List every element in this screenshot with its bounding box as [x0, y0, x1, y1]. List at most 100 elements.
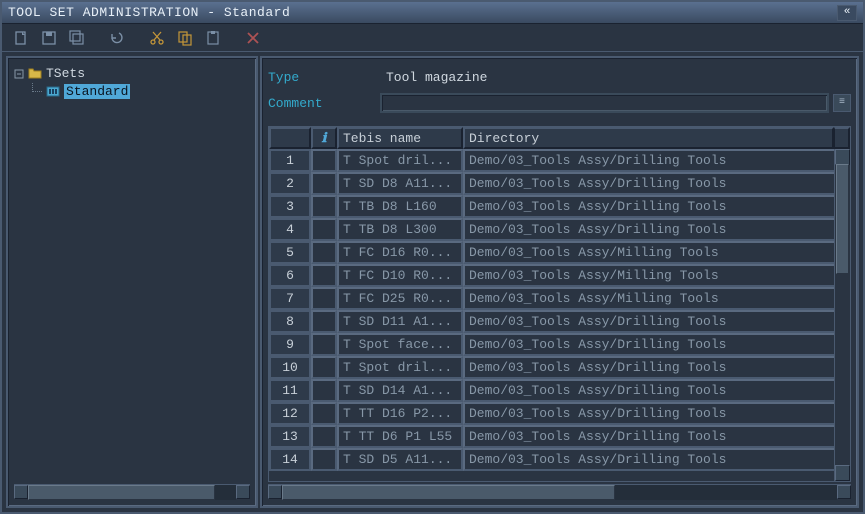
row-number[interactable]: 6: [269, 264, 311, 287]
row-number[interactable]: 4: [269, 218, 311, 241]
row-number[interactable]: 1: [269, 149, 311, 172]
row-tebis-name[interactable]: T Spot dril...: [337, 149, 463, 172]
row-number[interactable]: 10: [269, 356, 311, 379]
row-tebis-name[interactable]: T FC D25 R0...: [337, 287, 463, 310]
row-tebis-name[interactable]: T SD D8 A11...: [337, 172, 463, 195]
table-row[interactable]: 2 T SD D8 A11...Demo/03_Tools Assy/Drilli…: [269, 172, 850, 195]
row-number[interactable]: 2: [269, 172, 311, 195]
row-tebis-name[interactable]: T TT D16 P2...: [337, 402, 463, 425]
row-info-cell[interactable]: [311, 287, 337, 310]
table-row[interactable]: 4 T TB D8 L300Demo/03_Tools Assy/Drilling…: [269, 218, 850, 241]
collapse-button[interactable]: «: [837, 5, 857, 21]
column-rownum[interactable]: [269, 127, 311, 149]
table-row[interactable]: 12 T TT D16 P2...Demo/03_Tools Assy/Drill…: [269, 402, 850, 425]
column-tebis-name[interactable]: Tebis name: [337, 127, 463, 149]
row-info-cell[interactable]: [311, 310, 337, 333]
table-row[interactable]: 6 T FC D10 R0...Demo/03_Tools Assy/Millin…: [269, 264, 850, 287]
tree-collapse-icon[interactable]: [14, 68, 24, 78]
row-directory[interactable]: Demo/03_Tools Assy/Drilling Tools: [463, 149, 850, 172]
row-info-cell[interactable]: [311, 172, 337, 195]
row-info-cell[interactable]: [311, 218, 337, 241]
row-number[interactable]: 11: [269, 379, 311, 402]
save-icon[interactable]: [38, 27, 60, 49]
window-title: TOOL SET ADMINISTRATION - Standard: [8, 5, 290, 20]
row-info-cell[interactable]: [311, 264, 337, 287]
table-row[interactable]: 9 T Spot face...Demo/03_Tools Assy/Drilli…: [269, 333, 850, 356]
row-number[interactable]: 9: [269, 333, 311, 356]
row-directory[interactable]: Demo/03_Tools Assy/Drilling Tools: [463, 195, 850, 218]
table-row[interactable]: 10 T Spot dril...Demo/03_Tools Assy/Drill…: [269, 356, 850, 379]
paste-icon[interactable]: [202, 27, 224, 49]
titlebar: TOOL SET ADMINISTRATION - Standard «: [2, 2, 863, 24]
table-row[interactable]: 3 T TB D8 L160Demo/03_Tools Assy/Drilling…: [269, 195, 850, 218]
row-directory[interactable]: Demo/03_Tools Assy/Drilling Tools: [463, 333, 850, 356]
row-tebis-name[interactable]: T Spot face...: [337, 333, 463, 356]
delete-icon[interactable]: [242, 27, 264, 49]
tree-node-standard[interactable]: Standard: [14, 82, 250, 100]
row-info-cell[interactable]: [311, 149, 337, 172]
row-directory[interactable]: Demo/03_Tools Assy/Drilling Tools: [463, 448, 850, 471]
table-row[interactable]: 5 T FC D16 R0...Demo/03_Tools Assy/Millin…: [269, 241, 850, 264]
row-number[interactable]: 12: [269, 402, 311, 425]
row-directory[interactable]: Demo/03_Tools Assy/Milling Tools: [463, 264, 850, 287]
row-tebis-name[interactable]: T TT D6 P1 L55: [337, 425, 463, 448]
undo-icon[interactable]: [106, 27, 128, 49]
row-directory[interactable]: Demo/03_Tools Assy/Drilling Tools: [463, 310, 850, 333]
tree-root-tsets[interactable]: TSets: [14, 64, 250, 82]
table-row[interactable]: 14 T SD D5 A11...Demo/03_Tools Assy/Drill…: [269, 448, 850, 471]
row-tebis-name[interactable]: T FC D16 R0...: [337, 241, 463, 264]
row-number[interactable]: 3: [269, 195, 311, 218]
info-icon: ℹ: [322, 131, 327, 146]
grid-v-scrollbar[interactable]: [834, 149, 850, 481]
save-all-icon[interactable]: [66, 27, 88, 49]
cut-icon[interactable]: [146, 27, 168, 49]
row-tebis-name[interactable]: T SD D11 A1...: [337, 310, 463, 333]
column-directory[interactable]: Directory: [463, 127, 834, 149]
row-number[interactable]: 5: [269, 241, 311, 264]
row-directory[interactable]: Demo/03_Tools Assy/Milling Tools: [463, 287, 850, 310]
table-row[interactable]: 1 T Spot dril...Demo/03_Tools Assy/Drilli…: [269, 149, 850, 172]
row-directory[interactable]: Demo/03_Tools Assy/Drilling Tools: [463, 402, 850, 425]
grid-header: ℹ Tebis name Directory: [269, 127, 850, 149]
comment-label: Comment: [268, 96, 368, 111]
row-number[interactable]: 7: [269, 287, 311, 310]
row-info-cell[interactable]: [311, 379, 337, 402]
row-info-cell[interactable]: [311, 241, 337, 264]
row-tebis-name[interactable]: T SD D14 A1...: [337, 379, 463, 402]
column-info[interactable]: ℹ: [311, 127, 337, 149]
tool-set-admin-window: TOOL SET ADMINISTRATION - Standard « TSe…: [0, 0, 865, 514]
row-info-cell[interactable]: [311, 356, 337, 379]
comment-expand-icon[interactable]: ≡: [833, 94, 851, 112]
row-info-cell[interactable]: [311, 402, 337, 425]
row-number[interactable]: 13: [269, 425, 311, 448]
detail-h-scrollbar[interactable]: [268, 484, 851, 500]
row-number[interactable]: 8: [269, 310, 311, 333]
row-info-cell[interactable]: [311, 425, 337, 448]
toolset-icon: [46, 85, 60, 97]
row-directory[interactable]: Demo/03_Tools Assy/Milling Tools: [463, 241, 850, 264]
row-tebis-name[interactable]: T Spot dril...: [337, 356, 463, 379]
row-directory[interactable]: Demo/03_Tools Assy/Drilling Tools: [463, 218, 850, 241]
table-row[interactable]: 13 T TT D6 P1 L55Demo/03_Tools Assy/Drill…: [269, 425, 850, 448]
row-number[interactable]: 14: [269, 448, 311, 471]
copy-icon[interactable]: [174, 27, 196, 49]
row-info-cell[interactable]: [311, 195, 337, 218]
comment-field[interactable]: [380, 93, 829, 113]
row-directory[interactable]: Demo/03_Tools Assy/Drilling Tools: [463, 172, 850, 195]
row-directory[interactable]: Demo/03_Tools Assy/Drilling Tools: [463, 425, 850, 448]
table-row[interactable]: 8 T SD D11 A1...Demo/03_Tools Assy/Drilli…: [269, 310, 850, 333]
new-icon[interactable]: [10, 27, 32, 49]
row-tebis-name[interactable]: T FC D10 R0...: [337, 264, 463, 287]
tree-h-scrollbar[interactable]: [14, 484, 250, 500]
toolset-tree[interactable]: TSets Standard: [14, 64, 250, 482]
row-directory[interactable]: Demo/03_Tools Assy/Drilling Tools: [463, 356, 850, 379]
row-tebis-name[interactable]: T TB D8 L300: [337, 218, 463, 241]
row-tebis-name[interactable]: T SD D5 A11...: [337, 448, 463, 471]
table-row[interactable]: 7 T FC D25 R0...Demo/03_Tools Assy/Millin…: [269, 287, 850, 310]
type-label: Type: [268, 70, 368, 85]
row-info-cell[interactable]: [311, 333, 337, 356]
row-info-cell[interactable]: [311, 448, 337, 471]
row-directory[interactable]: Demo/03_Tools Assy/Drilling Tools: [463, 379, 850, 402]
table-row[interactable]: 11 T SD D14 A1...Demo/03_Tools Assy/Drill…: [269, 379, 850, 402]
row-tebis-name[interactable]: T TB D8 L160: [337, 195, 463, 218]
